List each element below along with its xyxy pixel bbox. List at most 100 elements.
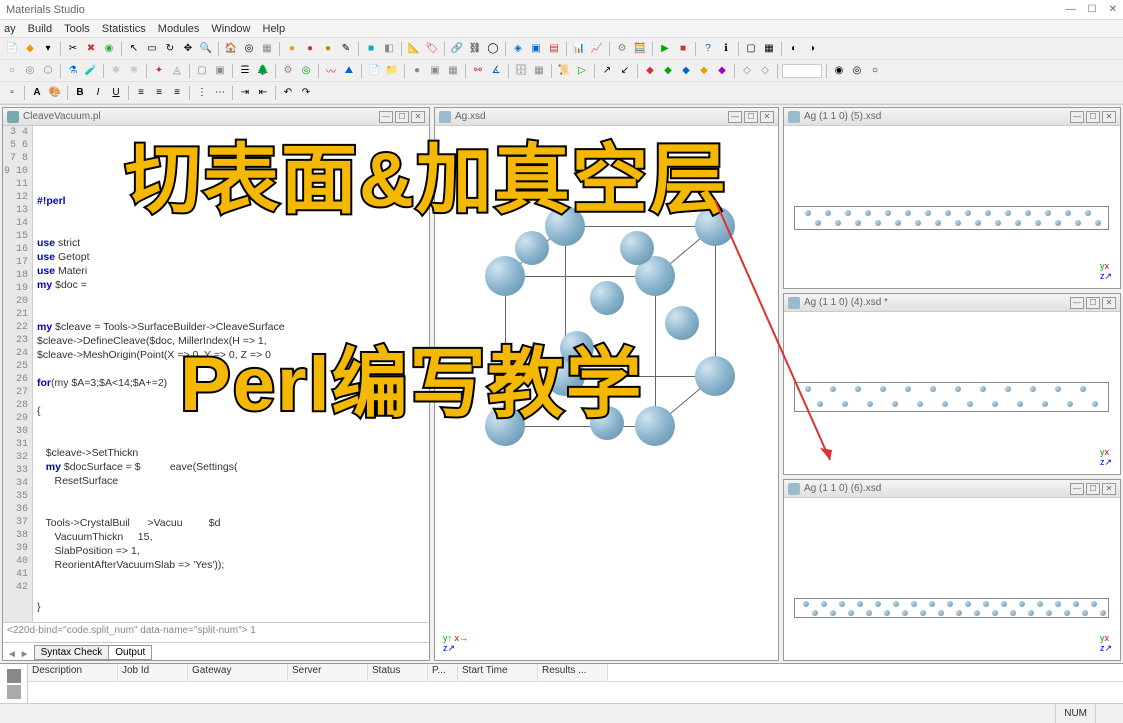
diff-icon[interactable]: ◬ xyxy=(169,63,185,79)
panel-close-button[interactable]: ✕ xyxy=(1102,483,1116,495)
col-gateway[interactable]: Gateway xyxy=(188,664,288,681)
panel-max-button[interactable]: ☐ xyxy=(744,111,758,123)
cursor-icon[interactable]: ↖ xyxy=(126,41,142,57)
extra1-icon[interactable]: ◐ xyxy=(786,41,802,57)
extra2-icon[interactable]: ◑ xyxy=(804,41,820,57)
move-icon[interactable]: ✥ xyxy=(180,41,196,57)
sphere-icon[interactable]: ● xyxy=(409,63,425,79)
db-icon[interactable]: 🗄 xyxy=(513,63,529,79)
code-body[interactable]: 3 4 5 6 7 8 9 10 11 12 13 14 15 16 17 18… xyxy=(3,126,429,622)
stop-icon[interactable]: ■ xyxy=(675,41,691,57)
col-starttime[interactable]: Start Time xyxy=(458,664,538,681)
doc-icon[interactable]: 📄 xyxy=(366,63,382,79)
bond2-icon[interactable]: ⚯ xyxy=(470,63,486,79)
m6-icon[interactable]: ◇ xyxy=(739,63,755,79)
play-icon[interactable]: ▶ xyxy=(657,41,673,57)
panel-min-button[interactable]: — xyxy=(1070,483,1084,495)
peak-icon[interactable]: ⛰ xyxy=(341,63,357,79)
m7-icon[interactable]: ◇ xyxy=(757,63,773,79)
measure-icon[interactable]: 📐 xyxy=(406,41,422,57)
mol1-icon[interactable]: ⚛ xyxy=(108,63,124,79)
beaker-icon[interactable]: 🧪 xyxy=(83,63,99,79)
chain-icon[interactable]: ⛓ xyxy=(467,41,483,57)
fit-icon[interactable]: ◎ xyxy=(241,41,257,57)
col-results[interactable]: Results ... xyxy=(538,664,608,681)
select-icon[interactable]: ▭ xyxy=(144,41,160,57)
side1-header[interactable]: Ag (1 1 0) (5).xsd — ☐ ✕ xyxy=(784,108,1120,126)
window-icon[interactable]: ▢ xyxy=(743,41,759,57)
folder-icon[interactable]: 📁 xyxy=(384,63,400,79)
wire-icon[interactable]: ▦ xyxy=(445,63,461,79)
bold-icon[interactable]: B xyxy=(72,85,88,101)
list-icon[interactable]: ☰ xyxy=(237,63,253,79)
tab-output[interactable]: Output xyxy=(108,645,152,660)
close-button[interactable]: ✕ xyxy=(1109,4,1117,15)
bond-icon[interactable]: ● xyxy=(302,41,318,57)
code-panel-header[interactable]: CleaveVacuum.pl — ☐ ✕ xyxy=(3,108,429,126)
box2-icon[interactable]: ▣ xyxy=(212,63,228,79)
panel-max-button[interactable]: ☐ xyxy=(1086,297,1100,309)
target-icon[interactable]: ◎ xyxy=(298,63,314,79)
panel-max-button[interactable]: ☐ xyxy=(1086,483,1100,495)
panel-max-button[interactable]: ☐ xyxy=(395,111,409,123)
side3-header[interactable]: Ag (1 1 0) (6).xsd — ☐ ✕ xyxy=(784,480,1120,498)
job-tab[interactable] xyxy=(0,664,28,704)
atom-icon[interactable]: ● xyxy=(284,41,300,57)
style-icon[interactable]: ◧ xyxy=(381,41,397,57)
cube-icon[interactable]: ▣ xyxy=(427,63,443,79)
align-c-icon[interactable]: ≡ xyxy=(151,85,167,101)
code-text[interactable]: #!perl use strict use Getopt use Materi … xyxy=(33,126,429,622)
crystal-icon[interactable]: ◈ xyxy=(510,41,526,57)
vis1-icon[interactable]: ◉ xyxy=(831,63,847,79)
copy-icon[interactable]: ✖ xyxy=(83,41,99,57)
panel-close-button[interactable]: ✕ xyxy=(1102,111,1116,123)
under-icon[interactable]: U xyxy=(108,85,124,101)
slab-view-1[interactable]: yxz↗ xyxy=(784,126,1120,288)
align-r-icon[interactable]: ≡ xyxy=(169,85,185,101)
surface-icon[interactable]: ▤ xyxy=(546,41,562,57)
menu-item[interactable]: Build xyxy=(28,23,52,35)
label-icon[interactable]: 🏷 xyxy=(424,41,440,57)
table-icon[interactable]: ▦ xyxy=(531,63,547,79)
col-server[interactable]: Server xyxy=(288,664,368,681)
style-select[interactable] xyxy=(782,64,822,78)
circle2-icon[interactable]: ◎ xyxy=(22,63,38,79)
m2-icon[interactable]: ◆ xyxy=(660,63,676,79)
col-description[interactable]: Description xyxy=(28,664,118,681)
color-icon[interactable]: ■ xyxy=(363,41,379,57)
gear-icon[interactable]: ⚙ xyxy=(280,63,296,79)
tab-syntax[interactable]: Syntax Check xyxy=(34,645,110,660)
maximize-button[interactable]: ☐ xyxy=(1088,4,1097,15)
zoom-icon[interactable]: 🔍 xyxy=(198,41,214,57)
job-grid[interactable]: Description Job Id Gateway Server Status… xyxy=(28,664,1123,703)
xray-icon[interactable]: ✦ xyxy=(151,63,167,79)
hex-icon[interactable]: ⬡ xyxy=(40,63,56,79)
link-icon[interactable]: 🔗 xyxy=(449,41,465,57)
m4-icon[interactable]: ◆ xyxy=(696,63,712,79)
slab-view-2[interactable]: yxz↗ xyxy=(784,312,1120,474)
viewer-header[interactable]: Ag.xsd — ☐ ✕ xyxy=(435,108,778,126)
vis2-icon[interactable]: ◎ xyxy=(849,63,865,79)
export-icon[interactable]: ↗ xyxy=(599,63,615,79)
indent-icon[interactable]: ⇥ xyxy=(237,85,253,101)
menu-item[interactable]: Modules xyxy=(158,23,200,35)
grid-icon[interactable]: ▦ xyxy=(259,41,275,57)
menu-item[interactable]: Statistics xyxy=(102,23,146,35)
col-status[interactable]: Status xyxy=(368,664,428,681)
analyze-icon[interactable]: 📊 xyxy=(571,41,587,57)
tab-nav[interactable]: ◄ ► xyxy=(3,649,34,660)
new-icon[interactable]: 📄 xyxy=(4,41,20,57)
panel-close-button[interactable]: ✕ xyxy=(1102,297,1116,309)
outdent-icon[interactable]: ⇤ xyxy=(255,85,271,101)
italic-icon[interactable]: I xyxy=(90,85,106,101)
cell-icon[interactable]: ▣ xyxy=(528,41,544,57)
minimize-button[interactable]: — xyxy=(1066,4,1076,15)
edit-icon[interactable]: ✎ xyxy=(338,41,354,57)
home-icon[interactable]: 🏠 xyxy=(223,41,239,57)
angle-icon[interactable]: ∡ xyxy=(488,63,504,79)
page-icon[interactable]: ▫ xyxy=(4,85,20,101)
tile-icon[interactable]: ▦ xyxy=(761,41,777,57)
mol2-icon[interactable]: ⚛ xyxy=(126,63,142,79)
ring-icon[interactable]: ◯ xyxy=(485,41,501,57)
panel-close-button[interactable]: ✕ xyxy=(411,111,425,123)
